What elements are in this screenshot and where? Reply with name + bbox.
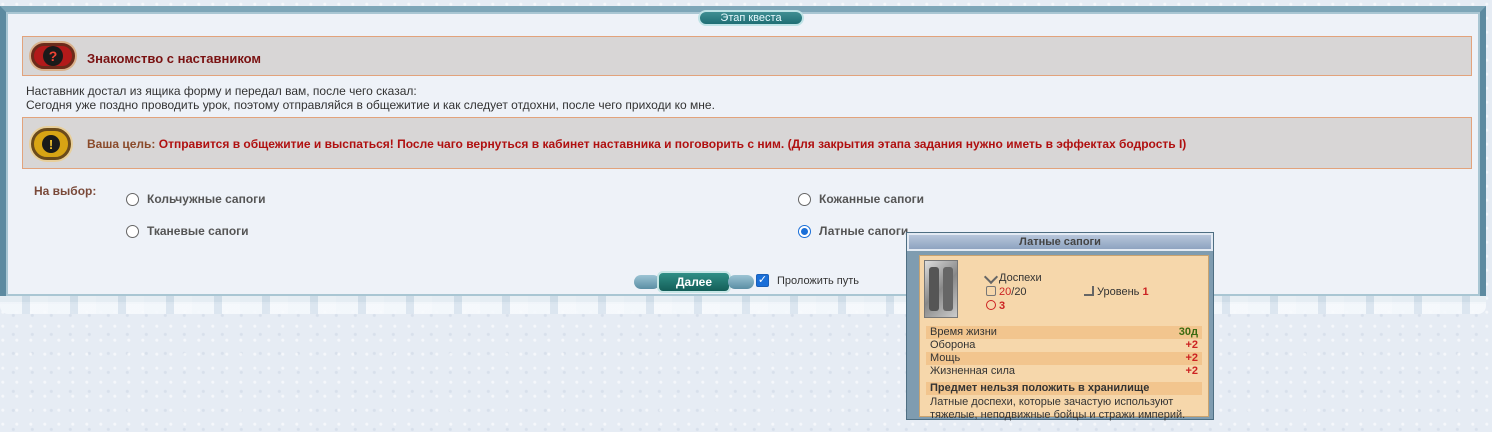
plate-boots-image [924, 260, 958, 318]
option-label: Кожанные сапоги [819, 192, 925, 206]
stat-row: Мощь +2 [926, 352, 1202, 365]
option-label: Латные сапоги [819, 224, 909, 238]
option-cloth-boots[interactable]: Тканевые сапоги [126, 224, 249, 238]
item-description: Латные доспехи, которые зачастую использ… [930, 396, 1186, 421]
question-icon: ? [31, 43, 75, 69]
stat-row: Жизненная сила +2 [930, 365, 1198, 377]
exclamation-icon: ! [31, 128, 71, 160]
storage-note: Предмет нельзя положить в хранилище [926, 382, 1202, 395]
quest-description: Наставник достал из ящика форму и переда… [26, 84, 715, 112]
radio-button[interactable] [126, 224, 139, 238]
option-label: Кольчужные сапоги [147, 192, 266, 206]
next-button[interactable]: Далее [634, 269, 754, 295]
item-tooltip: Латные сапоги Доспехи 20/20 3 Уровень 1 … [906, 232, 1214, 421]
option-plate-boots[interactable]: Латные сапоги [798, 224, 908, 238]
level-icon [1084, 286, 1094, 296]
quest-panel: Этап квеста ? Знакомство с наставником Н… [0, 6, 1486, 302]
next-button-label: Далее [657, 271, 731, 293]
stage-tab: Этап квеста [698, 10, 804, 26]
goal-label: Ваша цель: [87, 137, 156, 151]
option-leather-boots[interactable]: Кожанные сапоги [798, 192, 924, 206]
tooltip-body: Доспехи 20/20 3 Уровень 1 Время жизни 30д… [919, 255, 1209, 421]
button-ornament [728, 275, 754, 289]
stat-row: Время жизни 30д [926, 326, 1202, 339]
goal-text: Ваша цель: Отправится в общежитие и высп… [87, 137, 1186, 151]
radio-button-selected[interactable] [798, 224, 811, 238]
sword-icon [983, 269, 999, 285]
quest-goal: ! Ваша цель: Отправится в общежитие и вы… [22, 117, 1472, 169]
goal-value: Отправится в общежитие и выспаться! Посл… [158, 137, 1187, 151]
quest-header: ? Знакомство с наставником [22, 36, 1472, 76]
option-label: Тканевые сапоги [147, 224, 249, 238]
snow-border [0, 296, 1486, 314]
choice-label: На выбор: [34, 184, 97, 198]
item-durability: 20/20 [986, 286, 1027, 298]
quest-title: Знакомство с наставником [87, 51, 262, 66]
requirement-icon [986, 300, 996, 310]
tooltip-title: Латные сапоги [907, 233, 1213, 251]
option-chainmail-boots[interactable]: Кольчужные сапоги [126, 192, 266, 206]
build-path-checkbox[interactable]: ✓ Проложить путь [756, 274, 859, 287]
item-level: Уровень 1 [1084, 286, 1149, 298]
item-type: Доспехи [983, 269, 1042, 285]
radio-button[interactable] [126, 192, 139, 206]
item-requirement: 3 [986, 300, 1005, 312]
durability-icon [986, 286, 996, 296]
description-line: Сегодня уже поздно проводить урок, поэто… [26, 98, 715, 112]
checkbox-checked[interactable]: ✓ [756, 274, 769, 287]
build-path-label: Проложить путь [777, 274, 859, 287]
radio-button[interactable] [798, 192, 811, 206]
description-line: Наставник достал из ящика форму и переда… [26, 84, 417, 98]
stat-row: Оборона +2 [930, 339, 1198, 351]
